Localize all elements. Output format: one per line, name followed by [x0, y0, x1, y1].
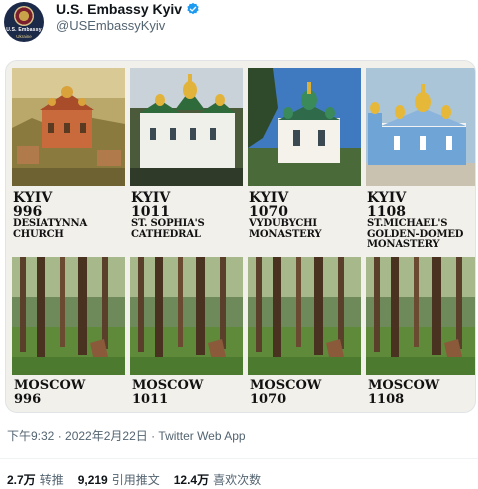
- tweet-stats: 2.7万 转推 9,219 引用推文 12.4万 喜欢次数: [7, 471, 275, 488]
- moscow-forest-photo-1108: [366, 257, 475, 375]
- likes-count: 12.4万: [173, 473, 210, 487]
- avatar-line2: Ukraine: [16, 34, 32, 39]
- city-label: KYIV: [249, 190, 289, 206]
- desiatynna-church-photo: [12, 68, 125, 186]
- city-label: MOSCOW: [132, 378, 204, 393]
- church-name-line: CHURCH: [13, 228, 64, 240]
- moscow-label-1011: MOSCOW 1011: [132, 379, 248, 407]
- embassy-seal-icon: [14, 6, 34, 26]
- tweet-header: U.S. Embassy Ukraine U.S. Embassy Kyiv @…: [0, 0, 478, 44]
- st-michaels-monastery-photo: [366, 68, 475, 186]
- year-label: 1070: [250, 392, 287, 407]
- tweet-image[interactable]: KYIV 996 DESIATYNNA CHURCH KYIV 1011 ST.…: [5, 60, 476, 413]
- avatar-line1: U.S. Embassy: [6, 27, 42, 33]
- moscow-forest-photo-996: [12, 257, 125, 375]
- church-name-line: ST. SOPHIA'S: [131, 218, 205, 229]
- church-name-line: CATHEDRAL: [131, 228, 201, 240]
- church-name-line: MONASTERY: [249, 228, 322, 240]
- quotes-count: 9,219: [77, 473, 108, 487]
- church-name-line: VYDUBYCHI: [249, 218, 317, 229]
- kyiv-label-996: KYIV 996 DESIATYNNA CHURCH: [13, 191, 129, 240]
- moscow-label-1070: MOSCOW 1070: [250, 379, 366, 407]
- year-label: 1108: [368, 392, 405, 407]
- kyiv-label-1011: KYIV 1011 ST. SOPHIA'S CATHEDRAL: [131, 191, 247, 240]
- name-row: U.S. Embassy Kyiv: [56, 0, 200, 18]
- kyiv-label-1070: KYIV 1070 VYDUBYCHI MONASTERY: [249, 191, 365, 240]
- church-name-line: DESIATYNNA: [13, 218, 88, 229]
- city-label: KYIV: [13, 190, 53, 206]
- display-name[interactable]: U.S. Embassy Kyiv: [56, 1, 182, 17]
- church-name-line: ST.MICHAEL'S: [367, 218, 448, 229]
- city-label: MOSCOW: [14, 378, 86, 393]
- quotes-stat[interactable]: 9,219 引用推文: [78, 471, 160, 488]
- likes-label: 喜欢次数: [213, 473, 262, 487]
- quotes-label: 引用推文: [111, 473, 160, 487]
- retweets-count: 2.7万: [7, 473, 36, 487]
- year-label: 1070: [249, 204, 288, 220]
- divider: [0, 458, 478, 459]
- year-label: 1011: [132, 392, 169, 407]
- city-label: KYIV: [367, 190, 407, 206]
- moscow-forest-photo-1011: [130, 257, 243, 375]
- city-label: MOSCOW: [250, 378, 322, 393]
- user-handle[interactable]: @USEmbassyKyiv: [56, 18, 165, 33]
- year-label: 1108: [367, 204, 406, 220]
- retweets-label: 转推: [39, 473, 64, 487]
- st-sophias-cathedral-photo: [130, 68, 243, 186]
- moscow-label-996: MOSCOW 996: [14, 379, 130, 407]
- church-name-line: MONASTERY: [367, 239, 440, 250]
- verified-badge-icon: [187, 2, 199, 15]
- retweets-stat[interactable]: 2.7万 转推: [7, 471, 64, 488]
- moscow-label-1108: MOSCOW 1108: [368, 378, 475, 407]
- vydubychi-monastery-photo: [248, 68, 361, 186]
- avatar[interactable]: U.S. Embassy Ukraine: [4, 2, 44, 42]
- moscow-forest-photo-1070: [248, 257, 361, 375]
- year-label: 1011: [131, 204, 170, 220]
- year-label: 996: [14, 392, 42, 407]
- tweet-timestamp[interactable]: 下午9:32 · 2022年2月22日 · Twitter Web App: [7, 427, 246, 444]
- kyiv-label-1108: KYIV 1108 ST.MICHAEL'S GOLDEN-DOMED MONA…: [367, 190, 475, 251]
- likes-stat[interactable]: 12.4万 喜欢次数: [174, 471, 261, 488]
- city-label: KYIV: [131, 190, 171, 206]
- city-label: MOSCOW: [368, 378, 440, 393]
- year-label: 996: [13, 204, 43, 220]
